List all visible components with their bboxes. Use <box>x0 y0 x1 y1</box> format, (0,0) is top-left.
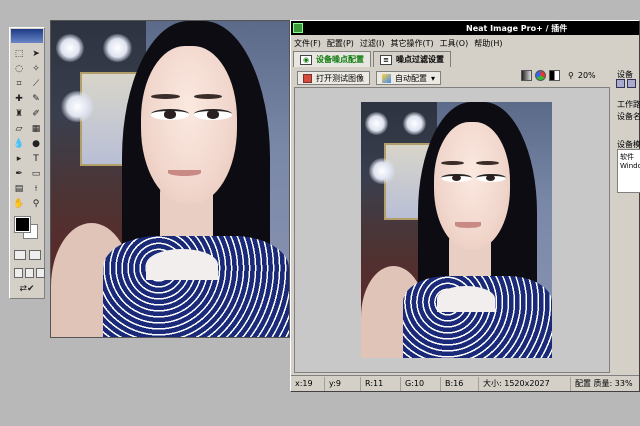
crop-tool-icon[interactable]: ⌗ <box>11 77 27 91</box>
workspace-label: 工作路 <box>617 100 640 109</box>
jump-to-imageready-icon[interactable]: ⇄✔ <box>14 284 40 296</box>
menu-filter[interactable]: 过滤(I) <box>360 38 385 49</box>
device-details-box[interactable]: 软件 Windov <box>617 149 640 193</box>
load-profile-icon[interactable] <box>627 79 636 88</box>
tab-strip: ◉ 设备噪点配置 ≡ 噪点过滤设置 <box>293 51 451 67</box>
status-r: R:11 <box>361 376 401 391</box>
status-profile-quality: 配置 质量: 33% <box>575 378 633 388</box>
zoom-level: 20% <box>577 71 596 80</box>
tab-label: 噪点过滤设置 <box>396 55 444 64</box>
chevron-down-icon[interactable]: ▾ <box>431 74 435 83</box>
neat-image-app-icon[interactable] <box>293 23 303 33</box>
camera-icon: ◉ <box>300 54 312 65</box>
status-b: B:16 <box>441 376 479 391</box>
clone-stamp-tool-icon[interactable]: ♜ <box>11 107 27 121</box>
device-detail-line: 软件 <box>620 153 634 161</box>
device-detail-line: Windov <box>620 162 640 170</box>
photoshop-toolbox: ⬚ ➤ ◌ ✧ ⌗ ⟋ ✚ ✎ ♜ ✐ ▱ ▦ 💧 ● ▸ T ✒ ▭ ▤ ⟊ … <box>9 27 45 299</box>
photoshop-document-image[interactable] <box>50 20 290 338</box>
filter-settings-icon: ≡ <box>380 54 392 65</box>
quick-mask-mode-button[interactable] <box>29 250 41 260</box>
open-test-image-label: 打开测试图像 <box>316 73 364 83</box>
path-selection-tool-icon[interactable]: ▸ <box>11 152 27 166</box>
lasso-tool-icon[interactable]: ◌ <box>11 62 27 76</box>
zoom-tool-icon[interactable]: ⚲ <box>28 197 44 211</box>
toolbar: 打开测试图像 自动配置 ▾ <box>293 69 613 87</box>
notes-tool-icon[interactable]: ▤ <box>11 182 27 196</box>
marquee-tool-icon[interactable]: ⬚ <box>11 47 27 61</box>
tab-noise-filter-settings[interactable]: ≡ 噪点过滤设置 <box>373 51 451 67</box>
window-title: Neat Image Pro+ / 插件 <box>466 23 568 33</box>
auto-profile-button[interactable]: 自动配置 ▾ <box>376 71 442 85</box>
status-bar: x:19 y:9 R:11 G:10 B:16 大小: 1520x2027 配置… <box>291 375 639 391</box>
status-x: x:19 <box>291 376 325 391</box>
neat-image-window: Neat Image Pro+ / 插件 文件(F) 配置(P) 过滤(I) 其… <box>290 20 640 392</box>
eraser-tool-icon[interactable]: ▱ <box>11 122 27 136</box>
type-tool-icon[interactable]: T <box>28 152 44 166</box>
hand-tool-icon[interactable]: ✋ <box>11 197 27 211</box>
foreground-color-swatch[interactable] <box>14 216 31 233</box>
image-preview-area[interactable] <box>294 87 610 373</box>
standard-screen-button[interactable] <box>14 268 23 278</box>
full-screen-menu-button[interactable] <box>25 268 34 278</box>
magnifier-icon[interactable]: ⚲ <box>568 71 574 80</box>
tab-device-noise-profile[interactable]: ◉ 设备噪点配置 <box>293 51 371 67</box>
pen-tool-icon[interactable]: ✒ <box>11 167 27 181</box>
device-info-panel: 设备 工作路 设备名 设备模 软件 Windov <box>613 65 640 373</box>
menu-profile[interactable]: 配置(P) <box>327 38 354 49</box>
zoom-control[interactable]: ⚲ 20% <box>568 71 596 80</box>
view-mode-buttons <box>521 70 560 81</box>
history-brush-tool-icon[interactable]: ✐ <box>28 107 44 121</box>
brush-tool-icon[interactable]: ✎ <box>28 92 44 106</box>
open-test-image-button[interactable]: 打开测试图像 <box>297 71 370 85</box>
menu-help[interactable]: 帮助(H) <box>474 38 502 49</box>
blur-tool-icon[interactable]: 💧 <box>11 137 27 151</box>
status-image-size: 大小: 1520x2027 <box>479 376 571 391</box>
menu-file[interactable]: 文件(F) <box>294 38 321 49</box>
shape-tool-icon[interactable]: ▭ <box>28 167 44 181</box>
status-y: y:9 <box>325 376 361 391</box>
menu-other-tools[interactable]: 其它操作(T) <box>391 38 434 49</box>
color-channels-icon[interactable] <box>535 70 546 81</box>
open-image-icon <box>303 73 312 83</box>
menu-bar: 文件(F) 配置(P) 过滤(I) 其它操作(T) 工具(O) 帮助(H) <box>291 36 639 50</box>
status-g: G:10 <box>401 376 441 391</box>
title-bar[interactable]: Neat Image Pro+ / 插件 <box>291 21 639 35</box>
auto-profile-icon <box>382 73 391 83</box>
grayscale-view-icon[interactable] <box>521 70 532 81</box>
auto-profile-label: 自动配置 <box>395 73 427 83</box>
dodge-tool-icon[interactable]: ● <box>28 137 44 151</box>
contrast-view-icon[interactable] <box>549 70 560 81</box>
healing-brush-tool-icon[interactable]: ✚ <box>11 92 27 106</box>
eyedropper-tool-icon[interactable]: ⟊ <box>28 182 44 196</box>
tab-label: 设备噪点配置 <box>316 55 364 64</box>
portrait-photo <box>51 21 289 337</box>
save-profile-icon[interactable] <box>616 79 625 88</box>
standard-mode-button[interactable] <box>14 250 26 260</box>
slice-tool-icon[interactable]: ⟋ <box>28 77 44 91</box>
menu-tools[interactable]: 工具(O) <box>440 38 469 49</box>
move-tool-icon[interactable]: ➤ <box>28 47 44 61</box>
magic-wand-tool-icon[interactable]: ✧ <box>28 62 44 76</box>
portrait-photo-preview <box>361 102 552 358</box>
toolbox-header[interactable] <box>11 29 43 43</box>
desktop-background <box>0 0 640 20</box>
device-name-label: 设备名 <box>617 112 640 121</box>
preview-image[interactable] <box>361 102 552 358</box>
full-screen-button[interactable] <box>36 268 45 278</box>
gradient-tool-icon[interactable]: ▦ <box>28 122 44 136</box>
